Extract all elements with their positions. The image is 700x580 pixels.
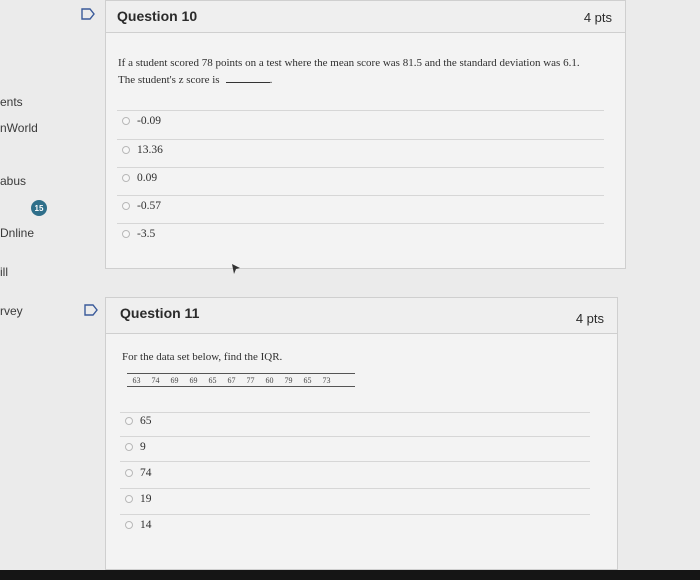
divider	[120, 488, 590, 489]
question-11-header: Question 11 4 pts	[106, 298, 617, 334]
data-value: 63	[132, 376, 141, 385]
answer-option[interactable]: -0.09	[122, 115, 161, 127]
data-value: 65	[208, 376, 217, 385]
question-text-line-2-label: The student's z score is	[118, 74, 220, 86]
flag-question-icon[interactable]	[84, 304, 98, 316]
option-label: 19	[140, 493, 152, 505]
sidebar-item-syllabus[interactable]: abus	[0, 174, 26, 188]
radio-button[interactable]	[125, 443, 133, 451]
radio-button[interactable]	[125, 469, 133, 477]
screen-bottom-edge	[0, 570, 700, 580]
option-label: 14	[140, 519, 152, 531]
question-text: If a student scored 78 points on a test …	[118, 55, 580, 89]
data-value: 67	[227, 376, 236, 385]
answer-option[interactable]: -0.57	[122, 200, 161, 212]
radio-button[interactable]	[122, 230, 130, 238]
option-label: 13.36	[137, 144, 163, 156]
question-text: For the data set below, find the IQR.	[122, 351, 283, 363]
question-text-end: .	[269, 74, 273, 86]
divider	[117, 110, 604, 111]
answer-option[interactable]: 74	[125, 467, 152, 479]
radio-button[interactable]	[122, 174, 130, 182]
divider	[120, 461, 590, 462]
option-label: -3.5	[137, 228, 156, 240]
divider	[117, 139, 604, 140]
radio-button[interactable]	[122, 117, 130, 125]
answer-option[interactable]: 65	[125, 415, 152, 427]
divider	[117, 195, 604, 196]
sidebar-item-world[interactable]: nWorld	[0, 121, 38, 135]
option-label: 0.09	[137, 172, 158, 184]
radio-button[interactable]	[125, 495, 133, 503]
notification-badge: 15	[31, 200, 47, 216]
radio-button[interactable]	[122, 146, 130, 154]
radio-button[interactable]	[122, 202, 130, 210]
answer-option[interactable]: 13.36	[122, 144, 163, 156]
question-text-line-1: If a student scored 78 points on a test …	[118, 57, 580, 69]
question-10-header: Question 10 4 pts	[106, 1, 625, 33]
question-text-line-2: The student's z score is.	[118, 72, 580, 89]
answer-option[interactable]: -3.5	[122, 228, 155, 240]
mouse-cursor-icon	[232, 264, 240, 274]
question-11-card: Question 11 4 pts For the data set below…	[105, 297, 618, 570]
question-points: 4 pts	[583, 10, 612, 25]
course-sidebar: ents nWorld abus 15 Dnline ill rvey	[0, 0, 95, 570]
option-label: 9	[140, 441, 146, 453]
option-label: -0.09	[137, 115, 161, 127]
divider	[120, 436, 590, 437]
answer-option[interactable]: 0.09	[122, 172, 157, 184]
data-value: 74	[151, 376, 160, 385]
answer-blank	[225, 73, 270, 83]
data-value: 65	[303, 376, 312, 385]
divider	[120, 412, 590, 413]
answer-option[interactable]: 14	[125, 519, 152, 531]
option-label: 65	[140, 415, 152, 427]
question-10-card: Question 10 4 pts If a student scored 78…	[105, 0, 626, 269]
data-row: 63 74 69 69 65 67 77 60 79 65 73	[127, 373, 355, 387]
sidebar-item-online[interactable]: Dnline	[0, 226, 34, 240]
sidebar-item-ill[interactable]: ill	[0, 265, 8, 279]
question-title: Question 10	[117, 8, 198, 24]
data-value: 77	[246, 376, 255, 385]
option-label: 74	[140, 467, 152, 479]
answer-option[interactable]: 19	[125, 493, 152, 505]
option-label: -0.57	[137, 200, 161, 212]
answer-option[interactable]: 9	[125, 441, 146, 453]
data-value: 69	[189, 376, 198, 385]
data-value: 60	[265, 376, 274, 385]
divider	[117, 167, 604, 168]
sidebar-item-assignments[interactable]: ents	[0, 95, 23, 109]
sidebar-item-survey[interactable]: rvey	[0, 304, 23, 318]
question-points: 4 pts	[575, 311, 604, 326]
radio-button[interactable]	[125, 521, 133, 529]
radio-button[interactable]	[125, 417, 133, 425]
divider	[117, 223, 604, 224]
question-title: Question 11	[120, 305, 200, 321]
divider	[120, 514, 590, 515]
data-set-table: 63 74 69 69 65 67 77 60 79 65 73	[127, 373, 355, 387]
data-value: 73	[322, 376, 331, 385]
flag-question-icon[interactable]	[81, 8, 95, 20]
data-value: 79	[284, 376, 293, 385]
data-value: 69	[170, 376, 179, 385]
